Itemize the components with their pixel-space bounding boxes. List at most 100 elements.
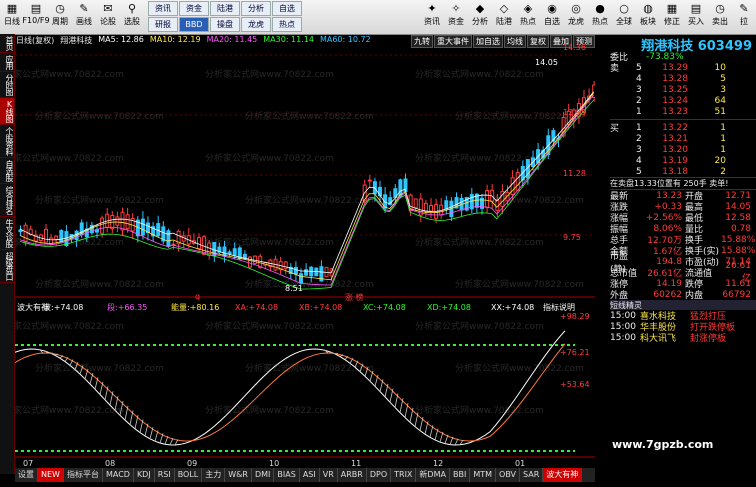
nav-item[interactable]: K线图 bbox=[0, 98, 14, 125]
tool-button[interactable]: ⚲ 选股 bbox=[120, 1, 144, 33]
tool-button[interactable]: ◷ 周期 bbox=[48, 1, 72, 33]
tool-button[interactable]: ◆ 分析 bbox=[468, 1, 492, 33]
nav-item[interactable]: 应用 bbox=[0, 53, 14, 72]
quick-link[interactable]: BBD bbox=[179, 17, 209, 32]
tool-label: 画线 bbox=[76, 17, 92, 26]
watermark: 分析家公式网www.70822.com bbox=[205, 68, 334, 80]
quote-cell: 3 bbox=[720, 84, 726, 95]
indicator-tab[interactable]: BBI bbox=[450, 468, 471, 482]
tool-button[interactable]: ✎ 画线 bbox=[72, 1, 96, 33]
tool-button[interactable]: ▦ 修正 bbox=[660, 1, 684, 33]
tool-button[interactable]: ◉ 自选 bbox=[540, 1, 564, 33]
indicator-tab[interactable]: KDJ bbox=[134, 468, 155, 482]
indicator-tab[interactable]: MACD bbox=[103, 468, 134, 482]
watermark: 分析家公式网www.70822.com bbox=[455, 278, 584, 290]
tool-icon: ◷ bbox=[715, 1, 725, 15]
stat-value: 15.88% bbox=[721, 234, 756, 245]
nav-item[interactable]: 个股资料 bbox=[0, 125, 14, 158]
indicator-tab[interactable]: TRIX bbox=[391, 468, 417, 482]
tool-label: 卖出 bbox=[712, 17, 728, 26]
quote-cell: 4 bbox=[636, 155, 642, 166]
tool-button[interactable]: ◷ 卖出 bbox=[708, 1, 732, 33]
indicator-tab[interactable]: ASI bbox=[300, 468, 320, 482]
news-row[interactable]: 15:00 科大讯飞 封涨停板 bbox=[610, 332, 756, 345]
indicator-value: 能量:+80.16 bbox=[171, 302, 219, 312]
indicator-tab[interactable]: BIAS bbox=[274, 468, 300, 482]
indicator-tab[interactable]: 新DMA bbox=[416, 468, 450, 482]
indicator-tab[interactable]: NEW bbox=[38, 468, 64, 482]
tool-icon: ✎ bbox=[739, 1, 749, 15]
quick-link[interactable]: 热点 bbox=[272, 17, 302, 32]
tool-button[interactable]: ▦ 日线 bbox=[0, 1, 24, 33]
nav-item[interactable]: 超级盘口 bbox=[0, 250, 14, 283]
weibi-value: -73.83% bbox=[646, 51, 684, 62]
osc-hatch bbox=[164, 435, 169, 445]
indicator-tab[interactable]: ARBR bbox=[338, 468, 367, 482]
quote-cell: 2 bbox=[636, 95, 642, 106]
tool-button[interactable]: ○ 全球 bbox=[612, 1, 636, 33]
indicator-tab[interactable]: SAR bbox=[520, 468, 544, 482]
quick-link[interactable]: 研报 bbox=[148, 17, 178, 32]
quote-cell: 13.21 bbox=[662, 133, 688, 144]
indicator-tab[interactable]: 指标平台 bbox=[64, 468, 103, 482]
stat-value: 60262 bbox=[653, 289, 682, 300]
indicator-tab[interactable]: MTM bbox=[470, 468, 497, 482]
indicator-tab[interactable]: VR bbox=[320, 468, 338, 482]
tool-icon: ◉ bbox=[547, 1, 557, 15]
quick-link[interactable]: 操盘 bbox=[210, 17, 240, 32]
tool-label: 周期 bbox=[52, 17, 68, 26]
indicator-tab[interactable]: RSI bbox=[155, 468, 175, 482]
stat-value: 11.61 bbox=[725, 278, 751, 289]
quick-link[interactable]: 自选 bbox=[272, 1, 302, 16]
quote-row: 5 13.18 2 bbox=[610, 166, 756, 177]
tool-button[interactable]: ● 热点 bbox=[588, 1, 612, 33]
osc-hatch bbox=[444, 434, 449, 444]
tool-label: 板块 bbox=[640, 17, 656, 26]
osc-hatch bbox=[454, 438, 459, 446]
tool-button[interactable]: ◇ 陆港 bbox=[492, 1, 516, 33]
quick-link[interactable]: 陆港 bbox=[210, 1, 240, 16]
nav-item[interactable]: 综合排名 bbox=[0, 184, 14, 217]
indicator-tab[interactable]: 主力 bbox=[202, 468, 226, 482]
nav-item[interactable]: 首页 bbox=[0, 34, 14, 53]
indicator-tab[interactable]: DMI bbox=[252, 468, 275, 482]
stat-value: 14.05 bbox=[725, 201, 751, 212]
nav-item[interactable]: 牛叉诊股 bbox=[0, 217, 14, 250]
kline-chart[interactable]: 分析家公式网www.70822.com 分析家公式网www.70822.com 分析… bbox=[15, 35, 595, 467]
tool-icon: ◍ bbox=[643, 1, 653, 15]
indicator-tab[interactable]: 设置 bbox=[15, 468, 38, 482]
indicator-tab[interactable]: BOLL bbox=[175, 468, 203, 482]
indicator-value: 波:+74.08 bbox=[43, 302, 83, 312]
tool-icon: ◷ bbox=[55, 1, 65, 15]
indicator-tab[interactable]: 波大有神 bbox=[543, 468, 583, 482]
tool-button[interactable]: ◍ 板块 bbox=[636, 1, 660, 33]
watermark: 分析家公式网www.70822.com bbox=[245, 110, 374, 122]
indicator-help[interactable]: 指标说明 bbox=[543, 302, 575, 312]
osc-hatch bbox=[449, 436, 454, 445]
tool-button[interactable]: ◈ 热点 bbox=[516, 1, 540, 33]
quick-link[interactable]: 龙虎 bbox=[241, 17, 271, 32]
indicator-tab[interactable]: W&R bbox=[225, 468, 252, 482]
tool-button[interactable]: ✎ 拉 bbox=[732, 1, 756, 33]
tool-button[interactable]: ▤ F10/F9 bbox=[22, 1, 49, 33]
quick-link[interactable]: 资讯 bbox=[148, 1, 178, 16]
news-stock: 科大讯飞 bbox=[640, 334, 677, 344]
tool-button[interactable]: ✦ 资讯 bbox=[420, 1, 444, 33]
month-tick: 07 bbox=[23, 459, 33, 467]
nav-item[interactable]: 分时图 bbox=[0, 72, 14, 98]
candle-body bbox=[18, 229, 23, 233]
stat-value: 15.88% bbox=[721, 245, 756, 256]
quick-link[interactable]: 分析 bbox=[241, 1, 271, 16]
tool-button[interactable]: ◎ 龙虎 bbox=[564, 1, 588, 33]
tool-button[interactable]: ▤ 买入 bbox=[684, 1, 708, 33]
tool-button[interactable]: ✉ 论股 bbox=[96, 1, 120, 33]
indicator-tab[interactable]: DPO bbox=[367, 468, 392, 482]
tool-label: 买入 bbox=[688, 17, 704, 26]
quick-link[interactable]: 资金 bbox=[179, 1, 209, 16]
price-tick: 11.28 bbox=[563, 169, 586, 178]
quote-cell: 1 bbox=[636, 106, 642, 117]
nav-item[interactable]: 自选股 bbox=[0, 158, 14, 184]
indicator-tab[interactable]: OBV bbox=[496, 468, 521, 482]
tool-button[interactable]: ✧ 资金 bbox=[444, 1, 468, 33]
high-label: 14.05 bbox=[535, 58, 558, 67]
